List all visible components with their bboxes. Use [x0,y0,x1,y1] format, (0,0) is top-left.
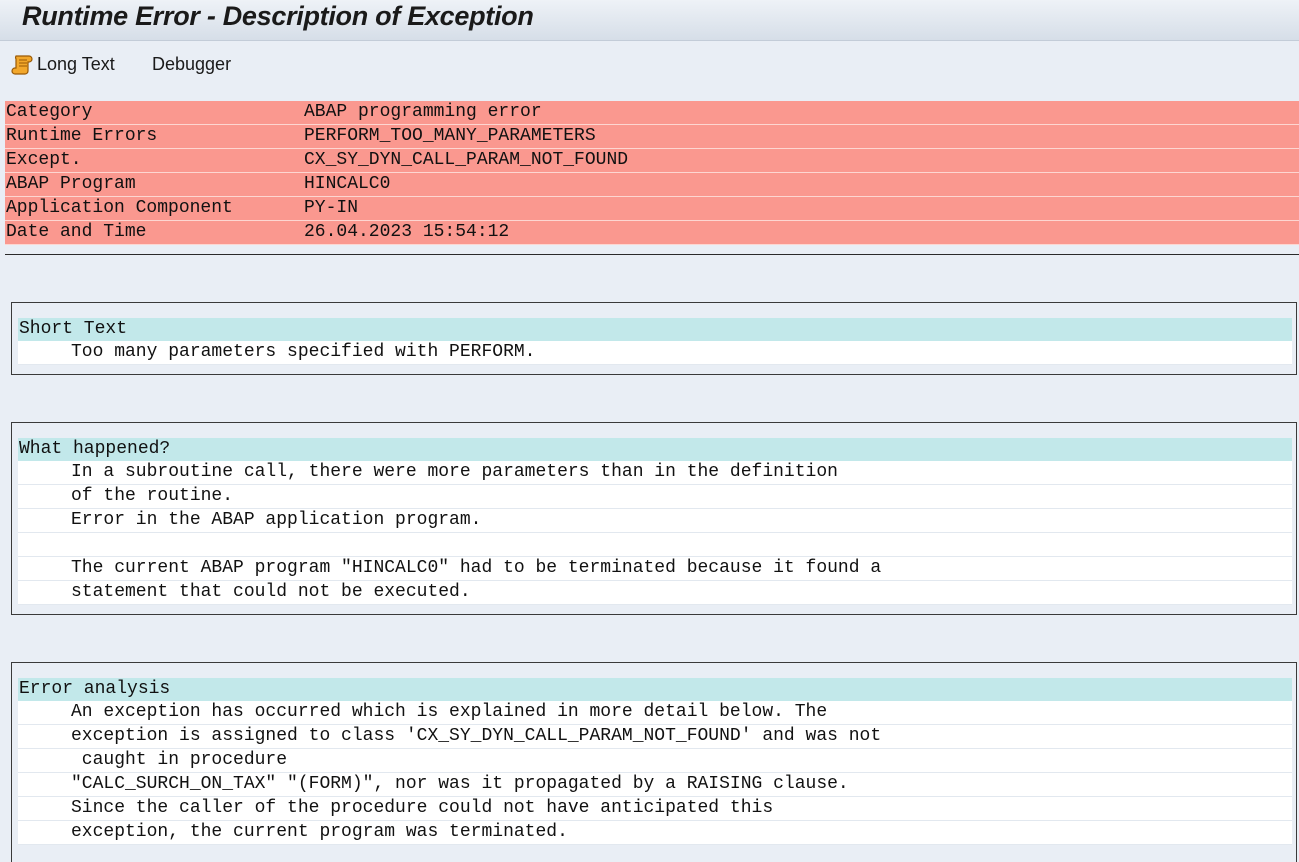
section-heading: Short Text [18,318,1292,341]
debugger-label: Debugger [152,53,232,74]
section-line [18,533,1292,557]
error-analysis-section: Error analysis An exception has occurred… [11,662,1297,862]
section-line: exception, the current program was termi… [18,821,1292,845]
section-line: An exception has occurred which is expla… [18,701,1292,725]
header-key: Category [6,102,93,122]
header-key: ABAP Program [6,174,136,194]
header-row: Runtime Errors PERFORM_TOO_MANY_PARAMETER… [5,125,1299,149]
page-title: Runtime Error - Description of Exception [22,1,534,31]
header-value: 26.04.2023 15:54:12 [304,222,510,242]
header-key: Except. [6,150,82,170]
section-heading: What happened? [18,438,1292,461]
scroll-icon [11,52,35,76]
header-row: ABAP Program HINCALC0 [5,173,1299,197]
what-happened-section: What happened? In a subroutine call, the… [11,422,1297,615]
section-line: caught in procedure [18,749,1292,773]
header-row: Except. CX_SY_DYN_CALL_PARAM_NOT_FOUND [5,149,1299,173]
header-value: PERFORM_TOO_MANY_PARAMETERS [304,126,596,146]
section-line: Too many parameters specified with PERFO… [18,341,1292,365]
header-key: Application Component [6,198,233,218]
section-line: The current ABAP program "HINCALC0" had … [18,557,1292,581]
section-line: exception is assigned to class 'CX_SY_DY… [18,725,1292,749]
section-line: Since the caller of the procedure could … [18,797,1292,821]
header-row: Application Component PY-IN [5,197,1299,221]
section-line: Error in the ABAP application program. [18,509,1292,533]
error-header-table: Category ABAP programming error Runtime E… [5,101,1299,245]
toolbar: Long Text Debugger [0,41,1299,89]
section-line: of the routine. [18,485,1292,509]
debugger-button[interactable]: Debugger [152,50,231,78]
header-value: CX_SY_DYN_CALL_PARAM_NOT_FOUND [304,150,629,170]
header-value: PY-IN [304,198,359,218]
header-value: ABAP programming error [304,102,542,122]
section-line: "CALC_SURCH_ON_TAX" "(FORM)", nor was it… [18,773,1292,797]
header-value: HINCALC0 [304,174,391,194]
title-bar: Runtime Error - Description of Exception [0,0,1299,41]
section-line: In a subroutine call, there were more pa… [18,461,1292,485]
section-line: statement that could not be executed. [18,581,1292,605]
long-text-button[interactable]: Long Text [11,50,115,78]
long-text-label: Long Text [37,53,115,74]
header-row: Category ABAP programming error [5,101,1299,125]
header-row: Date and Time 26.04.2023 15:54:12 [5,221,1299,245]
header-key: Runtime Errors [6,126,158,146]
header-divider [5,254,1299,255]
section-heading: Error analysis [18,678,1292,701]
header-key: Date and Time [6,222,147,242]
short-text-section: Short Text Too many parameters specified… [11,302,1297,375]
